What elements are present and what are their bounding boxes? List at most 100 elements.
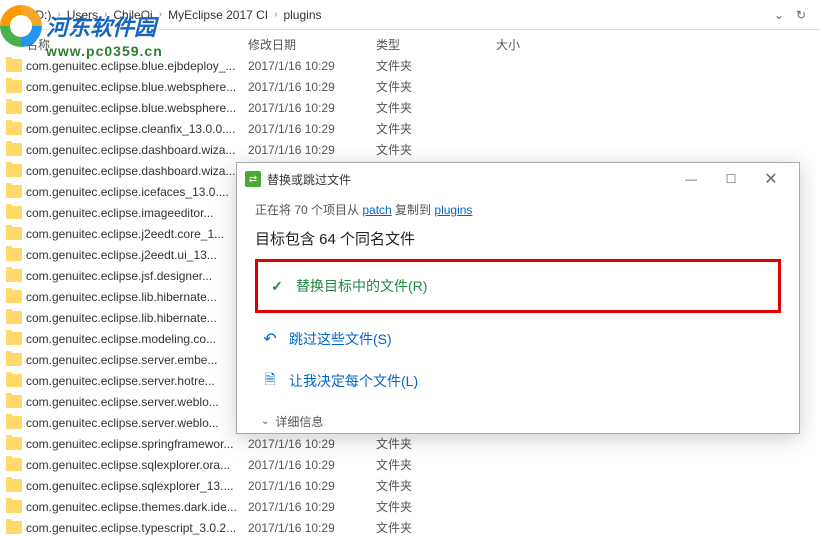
file-name: com.genuitec.eclipse.j2eedt.ui_13... — [26, 248, 248, 262]
file-date: 2017/1/16 10:29 — [248, 437, 376, 451]
file-row[interactable]: com.genuitec.eclipse.typescript_3.0.2...… — [0, 517, 820, 538]
file-type: 文件夹 — [376, 498, 496, 515]
file-name: com.genuitec.eclipse.server.hotre... — [26, 374, 248, 388]
folder-icon — [6, 395, 22, 408]
breadcrumb-item[interactable]: plugins — [279, 8, 325, 22]
copy-icon: ⇄ — [245, 171, 261, 187]
file-name: com.genuitec.eclipse.blue.websphere... — [26, 80, 248, 94]
file-date: 2017/1/16 10:29 — [248, 59, 376, 73]
column-size[interactable]: 大小 — [496, 36, 596, 53]
decide-option[interactable]: 🗎 让我决定每个文件(L) — [255, 359, 781, 403]
file-name: com.genuitec.eclipse.sqlexplorer.ora... — [26, 458, 248, 472]
minimize-button[interactable]: — — [671, 165, 711, 193]
folder-icon — [6, 374, 22, 387]
folder-icon — [6, 227, 22, 240]
breadcrumb-item[interactable]: MyEclipse 2017 CI — [164, 8, 272, 22]
chevron-right-icon: › — [157, 9, 164, 20]
file-name: com.genuitec.eclipse.server.weblo... — [26, 395, 248, 409]
column-headers: 名称 修改日期 类型 大小 — [0, 30, 820, 53]
file-date: 2017/1/16 10:29 — [248, 479, 376, 493]
chevron-right-icon: › — [8, 9, 15, 20]
file-date: 2017/1/16 10:29 — [248, 101, 376, 115]
file-name: com.genuitec.eclipse.server.embe... — [26, 353, 248, 367]
file-row[interactable]: com.genuitec.eclipse.sqlexplorer_13.... … — [0, 475, 820, 496]
file-type: 文件夹 — [376, 120, 496, 137]
file-name: com.genuitec.eclipse.dashboard.wiza... — [26, 143, 248, 157]
file-date: 2017/1/16 10:29 — [248, 500, 376, 514]
details-toggle[interactable]: ⌄ 详细信息 — [255, 403, 781, 430]
file-date: 2017/1/16 10:29 — [248, 122, 376, 136]
file-type: 文件夹 — [376, 99, 496, 116]
folder-icon — [6, 479, 22, 492]
file-row[interactable]: com.genuitec.eclipse.springframewor... 2… — [0, 433, 820, 454]
refresh-icon[interactable]: ↻ — [790, 8, 812, 22]
folder-icon — [6, 458, 22, 471]
maximize-button[interactable]: ☐ — [711, 165, 751, 193]
breadcrumb-item[interactable]: D (D:) — [15, 8, 55, 22]
folder-icon — [6, 290, 22, 303]
column-name[interactable]: 名称 — [26, 36, 248, 53]
folder-icon — [6, 164, 22, 177]
destination-link[interactable]: plugins — [434, 203, 472, 217]
column-date[interactable]: 修改日期 — [248, 36, 376, 53]
folder-icon — [6, 143, 22, 156]
file-row[interactable]: com.genuitec.eclipse.sqlexplorer.ora... … — [0, 454, 820, 475]
chevron-right-icon: › — [102, 9, 109, 20]
dialog-message: 正在将 70 个项目从 patch 复制到 plugins — [255, 201, 781, 218]
file-date: 2017/1/16 10:29 — [248, 458, 376, 472]
file-row[interactable]: com.genuitec.eclipse.blue.websphere... 2… — [0, 76, 820, 97]
dialog-title: 替换或跳过文件 — [267, 171, 671, 188]
file-type: 文件夹 — [376, 435, 496, 452]
folder-icon — [6, 353, 22, 366]
file-type: 文件夹 — [376, 78, 496, 95]
breadcrumb-item[interactable]: Users — [63, 8, 102, 22]
folder-icon — [6, 185, 22, 198]
folder-icon — [6, 269, 22, 282]
skip-label: 跳过这些文件(S) — [289, 329, 392, 349]
column-type[interactable]: 类型 — [376, 36, 496, 53]
replace-label: 替换目标中的文件(R) — [296, 276, 427, 296]
dialog-heading: 目标包含 64 个同名文件 — [255, 228, 781, 249]
folder-icon — [6, 332, 22, 345]
folder-icon — [6, 101, 22, 114]
skip-icon: ↶ — [261, 329, 279, 349]
file-name: com.genuitec.eclipse.modeling.co... — [26, 332, 248, 346]
file-name: com.genuitec.eclipse.lib.hibernate... — [26, 290, 248, 304]
file-date: 2017/1/16 10:29 — [248, 80, 376, 94]
highlight-annotation: ✓ 替换目标中的文件(R) — [255, 259, 781, 313]
chevron-right-icon: › — [272, 9, 279, 20]
close-button[interactable]: ✕ — [751, 165, 791, 193]
dropdown-chevron-icon[interactable]: ⌄ — [768, 8, 790, 22]
folder-icon — [6, 311, 22, 324]
breadcrumb-item[interactable]: ChileQi — [109, 8, 156, 22]
file-name: com.genuitec.eclipse.typescript_3.0.2... — [26, 521, 248, 535]
file-row[interactable]: com.genuitec.eclipse.blue.ejbdeploy_... … — [0, 55, 820, 76]
chevron-right-icon: › — [55, 9, 62, 20]
folder-icon — [6, 437, 22, 450]
file-name: com.genuitec.eclipse.imageeditor... — [26, 206, 248, 220]
decide-label: 让我决定每个文件(L) — [289, 371, 418, 391]
file-name: com.genuitec.eclipse.lib.hibernate... — [26, 311, 248, 325]
file-name: com.genuitec.eclipse.blue.websphere... — [26, 101, 248, 115]
check-icon: ✓ — [268, 278, 286, 295]
dialog-titlebar[interactable]: ⇄ 替换或跳过文件 — ☐ ✕ — [237, 163, 799, 195]
chevron-down-icon: ⌄ — [261, 416, 269, 427]
file-row[interactable]: com.genuitec.eclipse.cleanfix_13.0.0....… — [0, 118, 820, 139]
file-row[interactable]: com.genuitec.eclipse.blue.websphere... 2… — [0, 97, 820, 118]
file-type: 文件夹 — [376, 477, 496, 494]
folder-icon — [6, 248, 22, 261]
file-type: 文件夹 — [376, 141, 496, 158]
file-row[interactable]: com.genuitec.eclipse.dashboard.wiza... 2… — [0, 139, 820, 160]
file-name: com.genuitec.eclipse.cleanfix_13.0.0.... — [26, 122, 248, 136]
replace-option[interactable]: ✓ 替换目标中的文件(R) — [262, 266, 774, 306]
file-name: com.genuitec.eclipse.jsf.designer... — [26, 269, 248, 283]
source-link[interactable]: patch — [362, 203, 391, 217]
file-name: com.genuitec.eclipse.icefaces_13.0.... — [26, 185, 248, 199]
file-row[interactable]: com.genuitec.eclipse.themes.dark.ide... … — [0, 496, 820, 517]
replace-skip-dialog: ⇄ 替换或跳过文件 — ☐ ✕ 正在将 70 个项目从 patch 复制到 pl… — [236, 162, 800, 434]
file-type: 文件夹 — [376, 519, 496, 536]
folder-icon — [6, 59, 22, 72]
skip-option[interactable]: ↶ 跳过这些文件(S) — [255, 319, 781, 359]
compare-icon: 🗎 — [261, 369, 279, 393]
file-name: com.genuitec.eclipse.j2eedt.core_1... — [26, 227, 248, 241]
